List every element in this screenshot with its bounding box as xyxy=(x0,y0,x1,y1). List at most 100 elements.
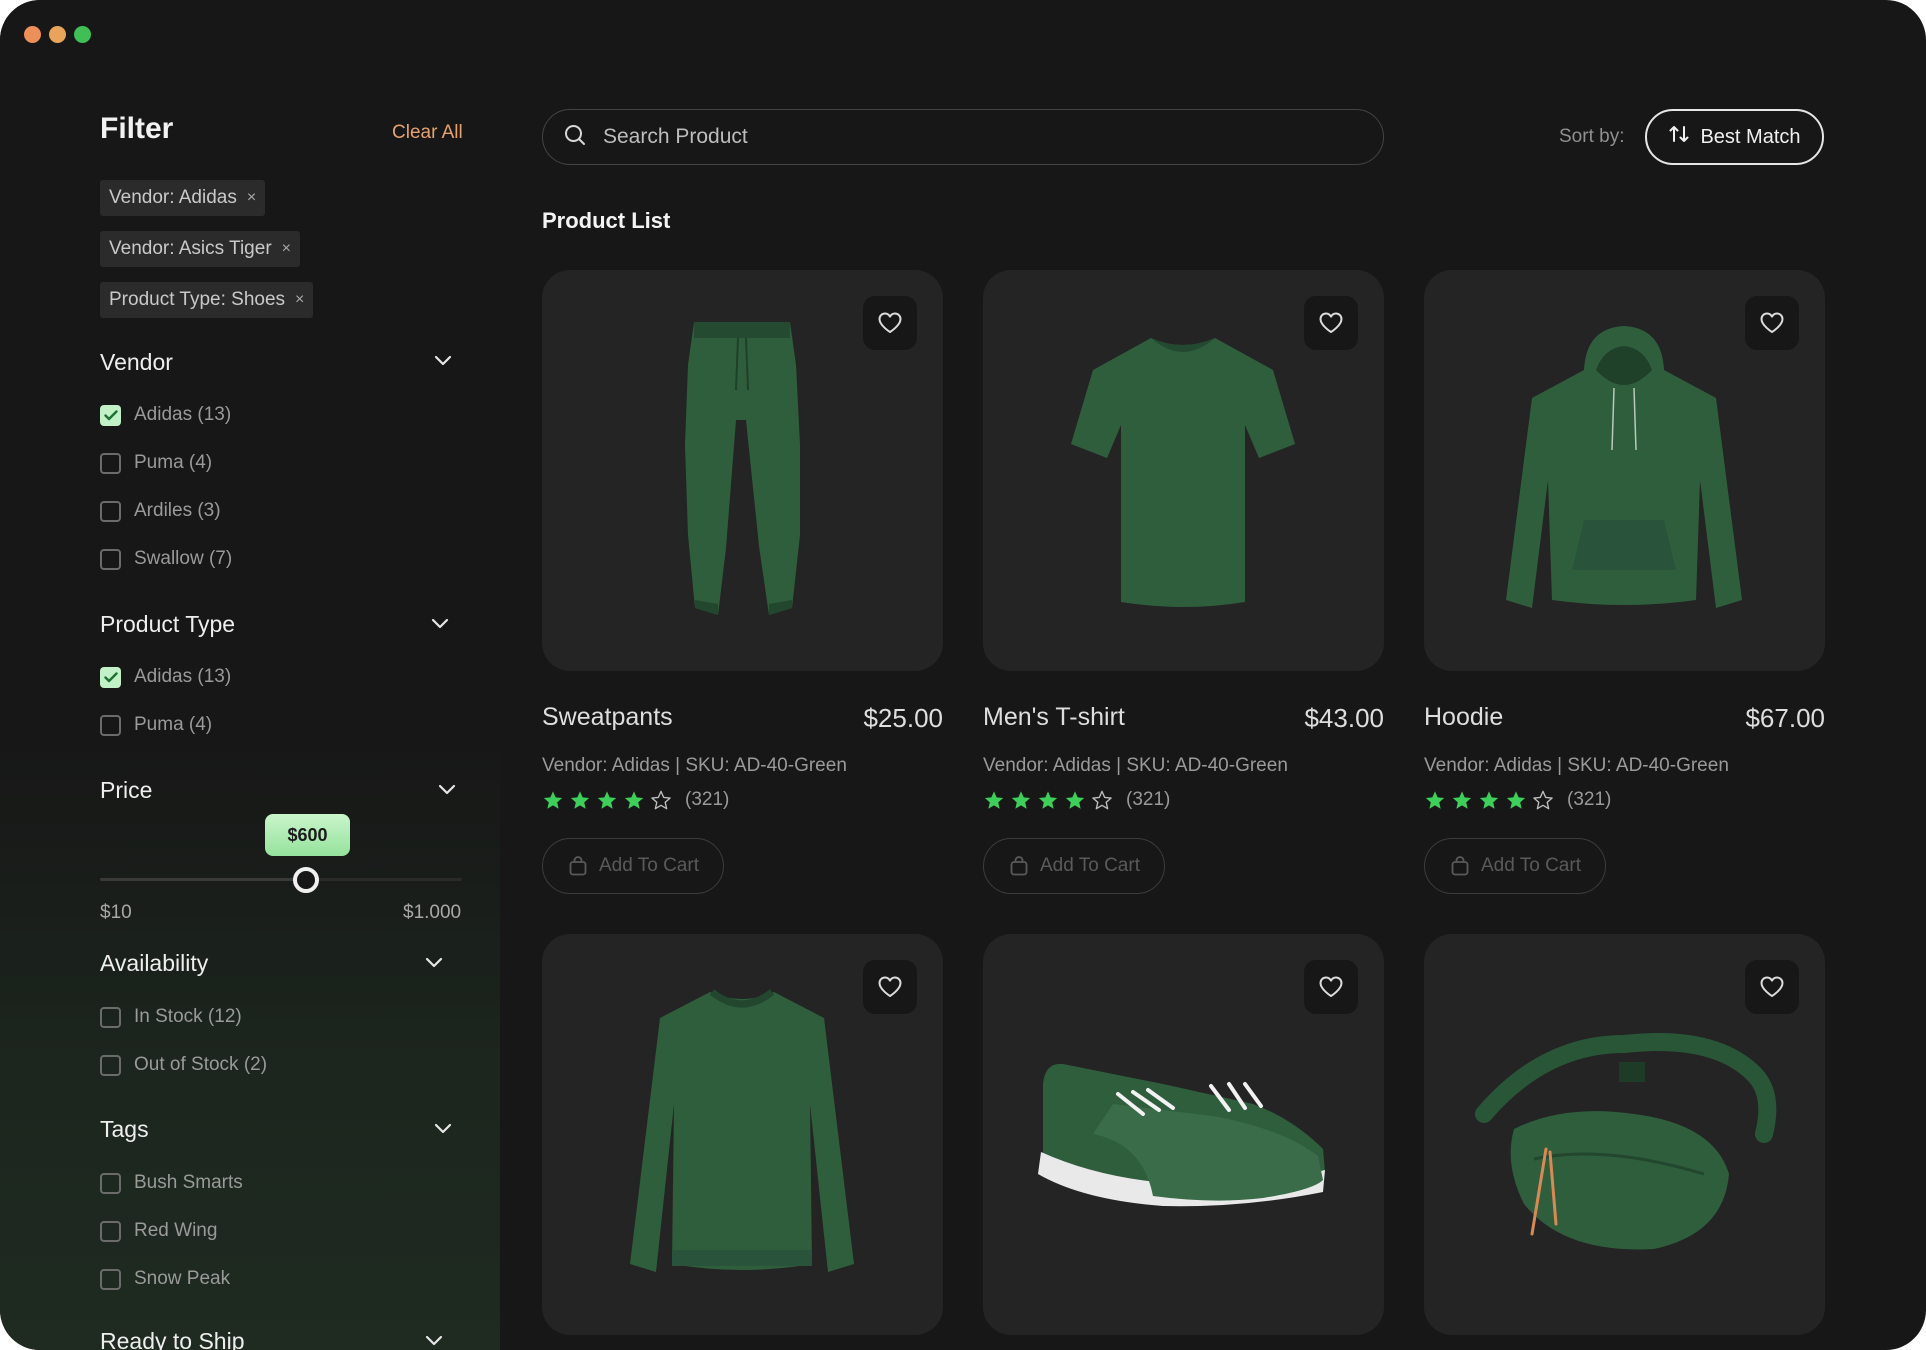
sort-label: Sort by: xyxy=(1559,126,1625,147)
wishlist-button[interactable] xyxy=(863,296,917,350)
star-filled-icon xyxy=(1038,790,1058,809)
product-meta: Vendor: Adidas | SKU: AD-40-Green xyxy=(983,755,1288,776)
price-value-tooltip: $600 xyxy=(265,814,350,856)
product-image[interactable] xyxy=(1424,270,1825,671)
product-image[interactable] xyxy=(542,270,943,671)
review-count: (321) xyxy=(1126,789,1171,810)
app-window: Filter Clear All Vendor: Adidas × Vendor… xyxy=(0,0,1926,1350)
tag-option-snow-peak[interactable]: Snow Peak xyxy=(100,1268,230,1290)
tag-option-red-wing[interactable]: Red Wing xyxy=(100,1220,217,1242)
sort-dropdown-button[interactable]: Best Match xyxy=(1645,109,1824,165)
sort-arrows-icon xyxy=(1668,123,1690,151)
window-controls xyxy=(24,26,91,43)
price-slider-handle[interactable] xyxy=(293,867,319,893)
option-label: Adidas (13) xyxy=(134,666,232,687)
chevron-down-icon[interactable] xyxy=(438,784,456,798)
add-to-cart-button[interactable]: Add To Cart xyxy=(1424,838,1606,894)
vendor-option-swallow[interactable]: Swallow (7) xyxy=(100,548,232,570)
checkbox[interactable] xyxy=(100,1006,121,1028)
wishlist-button[interactable] xyxy=(1304,960,1358,1014)
chip-label: Vendor: Asics Tiger xyxy=(109,238,272,259)
product-name[interactable]: Men's T-shirt xyxy=(983,703,1125,732)
vendor-option-ardiles[interactable]: Ardiles (3) xyxy=(100,500,221,522)
checkbox[interactable] xyxy=(100,1172,121,1194)
product-image[interactable] xyxy=(1424,934,1825,1335)
star-filled-icon xyxy=(1452,790,1472,809)
product-list-title: Product List xyxy=(542,208,671,233)
availability-option-in-stock[interactable]: In Stock (12) xyxy=(100,1006,242,1028)
add-to-cart-button[interactable]: Add To Cart xyxy=(983,838,1165,894)
tags-section-title[interactable]: Tags xyxy=(100,1116,149,1143)
product-type-option-puma[interactable]: Puma (4) xyxy=(100,714,212,736)
product-name[interactable]: Hoodie xyxy=(1424,703,1503,732)
option-label: Adidas (13) xyxy=(134,404,232,425)
price-min-label: $10 xyxy=(100,902,132,923)
minimize-dot[interactable] xyxy=(49,26,66,43)
add-to-cart-label: Add To Cart xyxy=(599,855,699,876)
option-label: Snow Peak xyxy=(134,1268,231,1289)
maximize-dot[interactable] xyxy=(74,26,91,43)
chevron-down-icon[interactable] xyxy=(425,957,443,971)
product-image[interactable] xyxy=(983,934,1384,1335)
wishlist-button[interactable] xyxy=(863,960,917,1014)
option-label: Red Wing xyxy=(134,1220,218,1241)
checkbox-checked[interactable] xyxy=(100,404,121,426)
product-rating: (321) xyxy=(542,789,729,811)
price-slider-fill xyxy=(100,878,318,881)
remove-chip-icon[interactable]: × xyxy=(247,189,256,207)
product-image[interactable] xyxy=(983,270,1384,671)
option-label: Ardiles (3) xyxy=(134,500,221,521)
checkbox-checked[interactable] xyxy=(100,666,121,688)
price-slider-track[interactable] xyxy=(100,878,462,881)
product-rating: (321) xyxy=(983,789,1170,811)
close-dot[interactable] xyxy=(24,26,41,43)
star-filled-icon xyxy=(624,790,644,809)
shopping-bag-icon xyxy=(1451,856,1469,876)
product-type-option-adidas[interactable]: Adidas (13) xyxy=(100,666,231,688)
checkbox[interactable] xyxy=(100,1220,121,1242)
filter-chip: Product Type: Shoes × xyxy=(100,282,314,318)
chevron-down-icon[interactable] xyxy=(425,1335,443,1349)
vendor-section-title[interactable]: Vendor xyxy=(100,349,173,376)
star-filled-icon xyxy=(570,790,590,809)
shopping-bag-icon xyxy=(569,856,587,876)
availability-section-title[interactable]: Availability xyxy=(100,950,208,977)
star-filled-icon xyxy=(1065,790,1085,809)
vendor-option-adidas[interactable]: Adidas (13) xyxy=(100,404,231,426)
product-name[interactable]: Sweatpants xyxy=(542,703,673,732)
ready-to-ship-section-title[interactable]: Ready to Ship xyxy=(100,1328,244,1350)
search-bar[interactable] xyxy=(542,109,1384,165)
wishlist-button[interactable] xyxy=(1745,960,1799,1014)
checkbox[interactable] xyxy=(100,1268,121,1290)
checkbox[interactable] xyxy=(100,1054,121,1076)
checkbox[interactable] xyxy=(100,714,121,736)
search-input[interactable] xyxy=(601,124,1305,150)
star-filled-icon xyxy=(1506,790,1526,809)
product-price: $67.00 xyxy=(1745,703,1825,733)
checkbox[interactable] xyxy=(100,452,121,474)
chevron-down-icon[interactable] xyxy=(434,1123,452,1137)
price-max-label: $1.000 xyxy=(403,902,462,923)
star-empty-icon xyxy=(651,790,671,809)
remove-chip-icon[interactable]: × xyxy=(295,291,304,309)
add-to-cart-button[interactable]: Add To Cart xyxy=(542,838,724,894)
product-image[interactable] xyxy=(542,934,943,1335)
remove-chip-icon[interactable]: × xyxy=(282,240,291,258)
price-section-title[interactable]: Price xyxy=(100,777,152,804)
checkbox[interactable] xyxy=(100,548,121,570)
availability-option-out-of-stock[interactable]: Out of Stock (2) xyxy=(100,1054,267,1076)
wishlist-button[interactable] xyxy=(1745,296,1799,350)
chevron-down-icon[interactable] xyxy=(431,618,449,632)
product-type-section-title[interactable]: Product Type xyxy=(100,611,235,638)
clear-all-link[interactable]: Clear All xyxy=(392,122,463,144)
add-to-cart-label: Add To Cart xyxy=(1040,855,1140,876)
tag-option-bush-smarts[interactable]: Bush Smarts xyxy=(100,1172,243,1194)
chevron-down-icon[interactable] xyxy=(434,355,452,369)
star-filled-icon xyxy=(1011,790,1031,809)
option-label: Puma (4) xyxy=(134,714,213,735)
checkbox[interactable] xyxy=(100,500,121,522)
heart-icon xyxy=(878,312,902,333)
option-label: Out of Stock (2) xyxy=(134,1054,268,1075)
vendor-option-puma[interactable]: Puma (4) xyxy=(100,452,212,474)
wishlist-button[interactable] xyxy=(1304,296,1358,350)
